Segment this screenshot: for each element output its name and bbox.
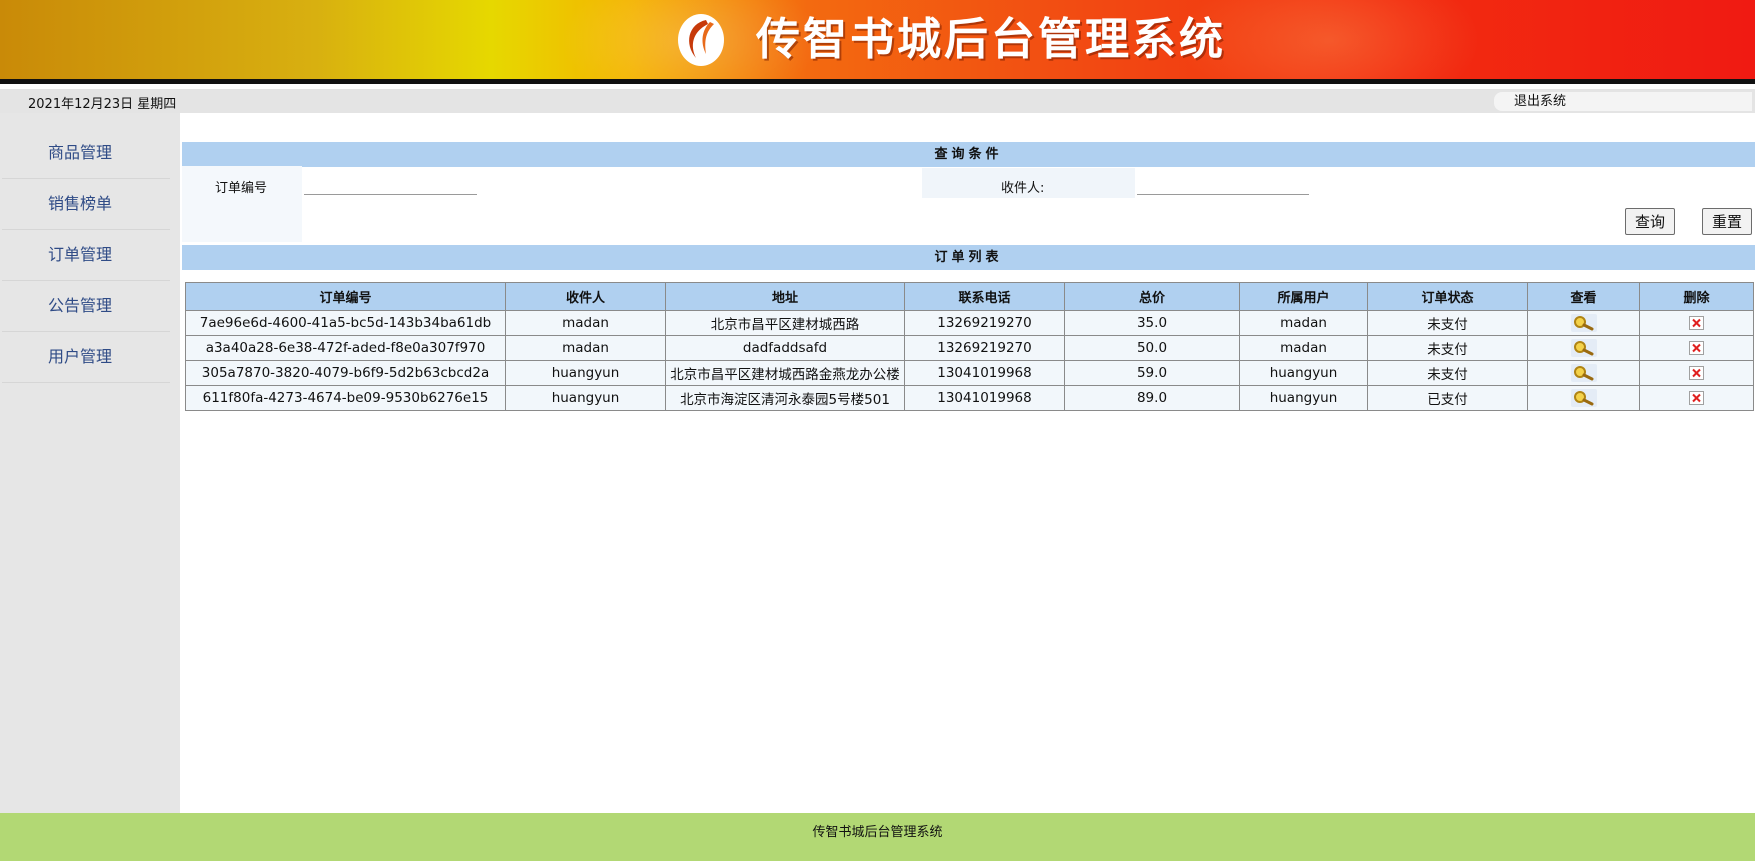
view-cell [1527,385,1640,411]
column-header: 所属用户 [1239,282,1368,311]
query-section-title: 查询条件 [182,142,1755,167]
table-row: a3a40a28-6e38-472f-aded-f8e0a307f970 mad… [185,335,1754,361]
footer: 传智书城后台管理系统 [0,813,1755,861]
column-header: 地址 [665,282,905,311]
total-cell: 50.0 [1064,335,1240,361]
table-row: 7ae96e6d-4600-41a5-bc5d-143b34ba61db mad… [185,310,1754,336]
receiver-cell: huangyun [505,385,666,411]
total-cell: 89.0 [1064,385,1240,411]
search-button[interactable]: 查询 [1625,208,1675,235]
view-cell [1527,310,1640,336]
banner-title: 传智书城后台管理系统 [756,14,1226,65]
footer-text: 传智书城后台管理系统 [812,825,943,840]
status-cell: 未支付 [1367,310,1528,336]
order-id-input[interactable] [304,173,477,195]
address-cell: 北京市昌平区建材城西路 [665,310,905,336]
column-header: 总价 [1064,282,1240,311]
user-cell: madan [1239,310,1368,336]
column-header: 查看 [1527,282,1640,311]
receiver-cell: madan [505,310,666,336]
user-cell: huangyun [1239,385,1368,411]
total-cell: 59.0 [1064,360,1240,386]
view-order-icon[interactable] [1570,364,1597,382]
status-cell: 已支付 [1367,385,1528,411]
receiver-input[interactable] [1137,173,1309,195]
table-row: 305a7870-3820-4079-b6f9-5d2b63cbcd2a hua… [185,360,1754,386]
order-table: 订单编号 收件人 地址 联系电话 总价 所属用户 订单状态 查看 删除 7ae9… [185,282,1754,411]
table-row: 611f80fa-4273-4674-be09-9530b6276e15 hua… [185,385,1754,411]
header-banner: 传智书城后台管理系统 [0,0,1755,84]
order-id-cell: 7ae96e6d-4600-41a5-bc5d-143b34ba61db [185,310,506,336]
user-cell: madan [1239,335,1368,361]
delete-order-icon[interactable] [1689,316,1704,330]
phone-cell: 13041019968 [904,360,1065,386]
sidebar-item-notice-management[interactable]: 公告管理 [2,281,170,332]
column-header: 删除 [1639,282,1754,311]
top-strip: 2021年12月23日 星期四 退出系统 [0,89,1755,113]
column-header: 订单编号 [185,282,506,311]
phone-cell: 13269219270 [904,335,1065,361]
column-header: 联系电话 [904,282,1065,311]
delete-order-icon[interactable] [1689,391,1704,405]
order-id-label: 订单编号 [215,181,268,196]
user-cell: huangyun [1239,360,1368,386]
delete-order-icon[interactable] [1689,366,1704,380]
logout-button[interactable]: 退出系统 [1494,92,1752,111]
column-header: 收件人 [505,282,666,311]
view-order-icon[interactable] [1570,314,1597,332]
address-cell: dadfaddsafd [665,335,905,361]
address-cell: 北京市海淀区清河永泰园5号楼501 [665,385,905,411]
order-list-title: 订单列表 [182,245,1755,270]
table-header-row: 订单编号 收件人 地址 联系电话 总价 所属用户 订单状态 查看 删除 [185,282,1754,311]
status-cell: 未支付 [1367,360,1528,386]
phone-cell: 13269219270 [904,310,1065,336]
order-id-cell: 305a7870-3820-4079-b6f9-5d2b63cbcd2a [185,360,506,386]
sidebar-item-user-management[interactable]: 用户管理 [2,332,170,383]
sidebar: 商品管理 销售榜单 订单管理 公告管理 用户管理 [0,113,180,813]
current-date: 2021年12月23日 星期四 [28,97,177,112]
sidebar-item-sales-ranking[interactable]: 销售榜单 [2,179,170,230]
delete-order-icon[interactable] [1689,341,1704,355]
view-order-icon[interactable] [1570,339,1597,357]
delete-cell [1639,335,1754,361]
status-cell: 未支付 [1367,335,1528,361]
swirl-logo-icon [678,14,724,66]
receiver-cell: madan [505,335,666,361]
view-cell [1527,335,1640,361]
delete-cell [1639,360,1754,386]
delete-cell [1639,310,1754,336]
receiver-label: 收件人: [1001,181,1045,196]
reset-button[interactable]: 重置 [1702,208,1752,235]
view-order-icon[interactable] [1570,389,1597,407]
order-id-cell: 611f80fa-4273-4674-be09-9530b6276e15 [185,385,506,411]
total-cell: 35.0 [1064,310,1240,336]
sidebar-item-order-management[interactable]: 订单管理 [2,230,170,281]
address-cell: 北京市昌平区建材城西路金燕龙办公楼 [665,360,905,386]
order-id-cell: a3a40a28-6e38-472f-aded-f8e0a307f970 [185,335,506,361]
receiver-cell: huangyun [505,360,666,386]
delete-cell [1639,385,1754,411]
sidebar-item-product-management[interactable]: 商品管理 [2,128,170,179]
phone-cell: 13041019968 [904,385,1065,411]
view-cell [1527,360,1640,386]
column-header: 订单状态 [1367,282,1528,311]
